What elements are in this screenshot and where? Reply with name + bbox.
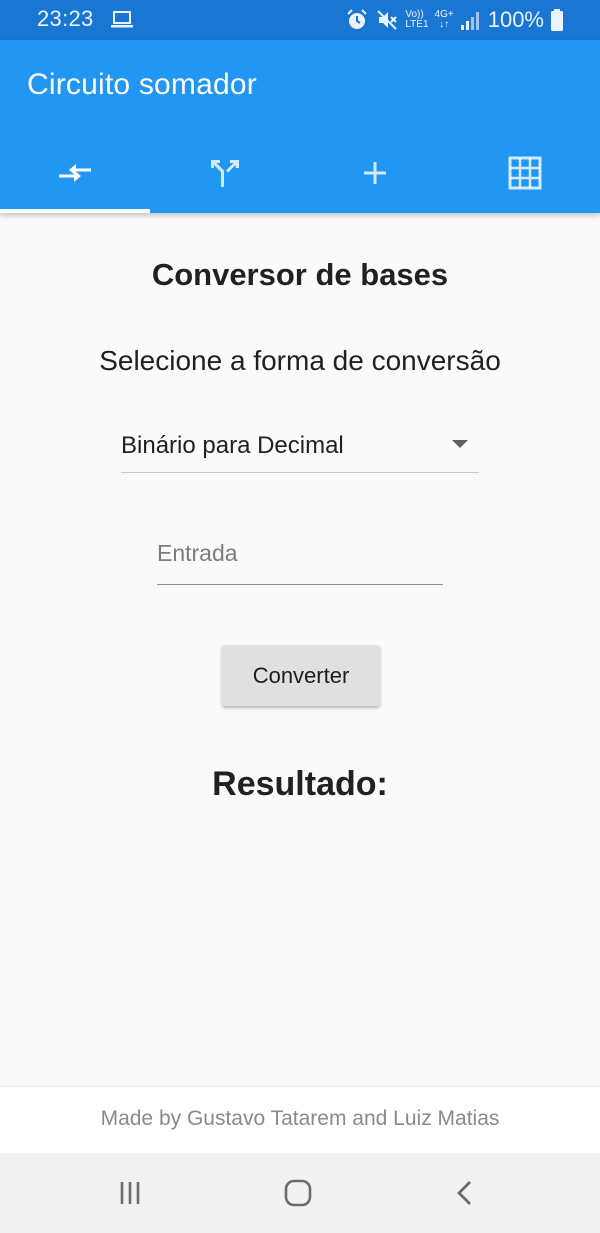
alarm-icon [345,8,369,32]
entrada-input[interactable] [157,523,443,585]
dropdown-arrow-icon [452,440,468,448]
result-label: Resultado: [212,765,388,803]
battery-percent: 100% [487,7,544,32]
conversion-type-dropdown[interactable]: Binário para Decimal [121,426,479,473]
battery-icon [550,8,564,32]
compare-arrows-icon [57,159,93,187]
merge-type-icon [209,157,241,189]
volte-icon: Vo)) LTE1 [405,10,428,30]
dropdown-selected-value: Binário para Decimal [121,432,344,459]
laptop-icon [111,9,133,29]
footer: Made by Gustavo Tatarem and Luiz Matias [0,1086,600,1154]
tab-selected-indicator [0,209,150,213]
back-icon [454,1179,476,1207]
back-button[interactable] [405,1153,525,1233]
signal-icon [460,9,482,31]
status-bar: 23:23 Vo)) LTE1 4G+ ↓↑ 100% [0,0,600,40]
tab-merge[interactable] [150,132,300,213]
app-title: Circuito somador [27,68,257,101]
tab-bar [0,132,600,213]
add-icon [361,159,389,187]
status-time: 23:23 [37,6,94,31]
mute-icon [375,8,399,32]
main-content: Conversor de bases Selecione a forma de … [0,213,600,1086]
recent-apps-button[interactable] [70,1153,190,1233]
home-button[interactable] [238,1153,358,1233]
app-bar: Circuito somador [0,40,600,213]
system-nav-bar [0,1153,600,1233]
grid-table-icon [508,156,542,190]
tab-conversor[interactable] [0,132,150,213]
home-icon [283,1178,313,1208]
page-title: Conversor de bases [151,257,449,292]
tab-somador[interactable] [300,132,450,213]
conversion-prompt: Selecione a forma de conversão [99,345,501,376]
footer-credit: Made by Gustavo Tatarem and Luiz Matias [100,1107,500,1130]
status-icons: Vo)) LTE1 4G+ ↓↑ 100% [345,6,564,34]
data-arrows: ↓↑ [439,19,450,30]
tab-tabela[interactable] [450,132,600,213]
lte-label: LTE1 [405,19,429,30]
4g-icon: 4G+ ↓↑ [435,10,454,30]
recent-apps-icon [116,1179,144,1207]
convert-button[interactable]: Converter [222,645,380,706]
